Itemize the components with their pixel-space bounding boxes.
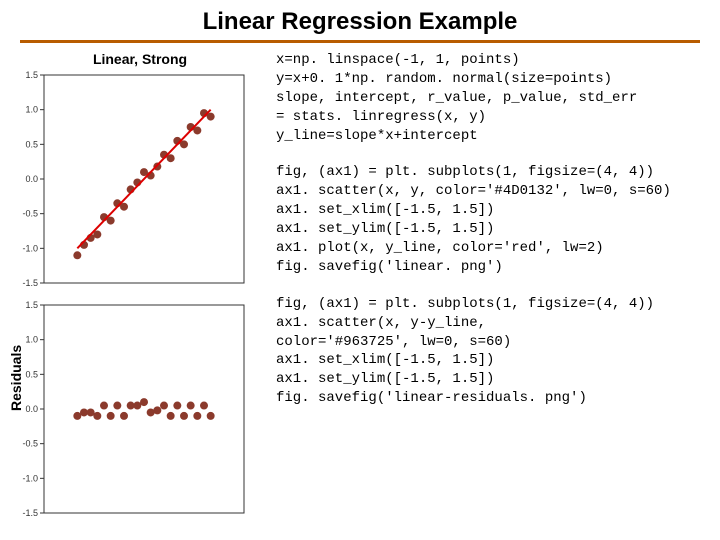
page-title: Linear Regression Example: [0, 0, 720, 40]
content-row: Linear, Strong -1.5-1.0-0.50.00.51.01.5 …: [0, 51, 720, 519]
scatter-chart-main: Linear, Strong -1.5 -1.0 -0.5 0.0 0.5 1.0 1.5: [10, 51, 270, 289]
svg-text:1.5: 1.5: [25, 300, 38, 310]
svg-text:1.5: 1.5: [25, 70, 38, 80]
code-block-3: fig, (ax1) = plt. subplots(1, figsize=(4…: [276, 295, 710, 408]
scatter-chart-residuals: -1.5 -1.0 -0.5 0.0 0.5 1.0 1.5: [10, 299, 270, 519]
svg-text:0.0: 0.0: [25, 404, 38, 414]
residuals-axis-label: Residuals: [8, 345, 24, 411]
svg-text:0.5: 0.5: [25, 139, 38, 149]
title-rule: [20, 40, 700, 43]
svg-text:1.0: 1.0: [25, 105, 38, 115]
svg-text:0.5: 0.5: [25, 369, 38, 379]
svg-text:0.0: 0.0: [25, 174, 38, 184]
chart-title-main: Linear, Strong: [10, 51, 270, 67]
scatter-plot-main: -1.5 -1.0 -0.5 0.0 0.5 1.0 1.5: [10, 69, 250, 289]
code-column: x=np. linspace(-1, 1, points) y=x+0. 1*n…: [270, 51, 710, 519]
code-block-1: x=np. linspace(-1, 1, points) y=x+0. 1*n…: [276, 51, 710, 145]
charts-column: Linear, Strong -1.5-1.0-0.50.00.51.01.5 …: [10, 51, 270, 519]
svg-text:-0.5: -0.5: [22, 209, 38, 219]
scatter-plot-residuals: -1.5 -1.0 -0.5 0.0 0.5 1.0 1.5: [10, 299, 250, 519]
svg-text:-1.5: -1.5: [22, 278, 38, 288]
svg-text:-0.5: -0.5: [22, 439, 38, 449]
svg-text:1.0: 1.0: [25, 335, 38, 345]
svg-text:-1.5: -1.5: [22, 508, 38, 518]
svg-text:-1.0: -1.0: [22, 473, 38, 483]
svg-text:-1.0: -1.0: [22, 243, 38, 253]
code-block-2: fig, (ax1) = plt. subplots(1, figsize=(4…: [276, 163, 710, 276]
